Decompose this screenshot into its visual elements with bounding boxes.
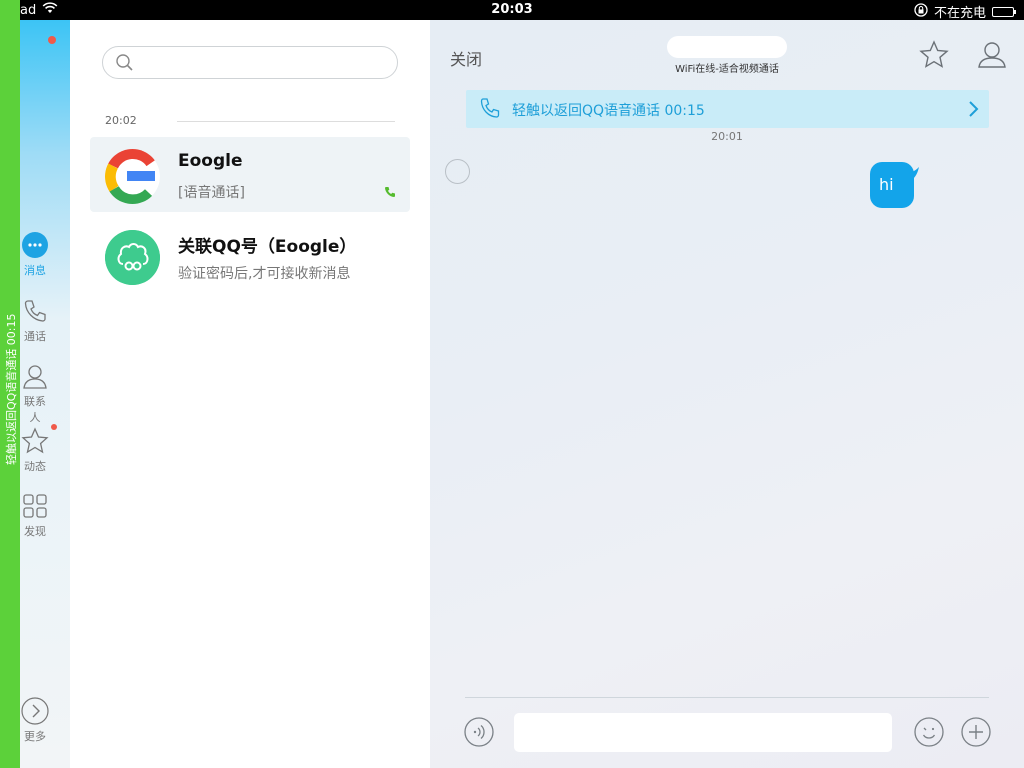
conversation-name: 关联QQ号（Eoogle） xyxy=(178,237,357,257)
nav-label-discover: 发现 xyxy=(24,525,46,538)
contact-profile-button[interactable] xyxy=(977,40,1007,70)
phone-icon xyxy=(20,296,50,326)
nav-item-feeds[interactable]: 动态 xyxy=(20,426,50,474)
nav-item-messages[interactable]: 消息 xyxy=(20,230,50,278)
battery-icon xyxy=(992,6,1016,17)
chat-subtitle: WiFi在线-适合视频通话 xyxy=(675,64,779,75)
list-separator-line xyxy=(177,121,395,122)
nav-label-more: 更多 xyxy=(24,730,46,743)
close-chat-button[interactable]: 关闭 xyxy=(450,46,482,70)
chevron-right-circle-icon xyxy=(20,696,50,726)
feeds-badge xyxy=(51,424,57,430)
nav-label-contacts: 联系人 xyxy=(24,395,46,424)
message-input[interactable] xyxy=(514,713,892,752)
conversation-name: Eoogle xyxy=(178,151,243,171)
message-text: hi xyxy=(879,175,894,194)
grid-icon xyxy=(20,491,50,521)
smiley-icon xyxy=(914,717,944,747)
plus-icon xyxy=(961,717,991,747)
nav-label-calls: 通话 xyxy=(24,330,46,343)
return-to-call-banner[interactable]: 轻触以返回QQ语音通话 00:15 xyxy=(466,90,989,128)
status-bar: ad 20:03 不在充电 xyxy=(0,0,1024,21)
voice-wave-icon xyxy=(464,717,494,747)
linked-qq-avatar xyxy=(105,230,160,285)
more-actions-button[interactable] xyxy=(961,717,991,747)
outgoing-message-bubble[interactable]: hi xyxy=(870,162,914,208)
chevron-right-icon xyxy=(967,100,979,122)
status-right: 不在充电 xyxy=(914,2,1016,21)
nav-item-calls[interactable]: 通话 xyxy=(20,296,50,344)
message-timestamp: 20:01 xyxy=(430,130,1024,143)
call-indicator-icon xyxy=(384,183,396,202)
message-bubble-icon xyxy=(20,230,50,260)
conversation-item-linked-qq[interactable]: 关联QQ号（Eoogle） 验证密码后,才可接收新消息 xyxy=(90,218,410,293)
nav-item-contacts[interactable]: 联系人 xyxy=(20,361,50,425)
person-icon xyxy=(978,42,1006,68)
conversation-item-eoogle[interactable]: Eoogle [语音通话] xyxy=(90,137,410,212)
contact-person-icon xyxy=(20,361,50,391)
conversation-preview: 验证密码后,才可接收新消息 xyxy=(178,266,351,282)
nav-label-feeds: 动态 xyxy=(24,460,46,473)
nav-item-discover[interactable]: 发现 xyxy=(20,491,50,539)
input-divider xyxy=(465,697,989,698)
favorite-star-button[interactable] xyxy=(919,40,949,70)
status-time: 20:03 xyxy=(491,2,533,17)
nav-rail: 消息 通话 联系人 动态 发现 更多 xyxy=(20,20,70,768)
emoji-button[interactable] xyxy=(914,717,944,747)
message-timestamp-text: 20:01 xyxy=(711,130,743,143)
return-to-call-label: 轻触以返回QQ语音通话 00:15 xyxy=(512,103,705,119)
voice-input-button[interactable] xyxy=(464,717,494,747)
star-icon xyxy=(20,426,50,456)
message-status-indicator xyxy=(445,159,470,184)
notification-dot xyxy=(48,36,56,44)
search-input[interactable] xyxy=(102,46,398,79)
contact-name-redacted xyxy=(667,36,787,58)
nav-label-messages: 消息 xyxy=(24,264,46,277)
conversation-list-panel: 20:02 Eoogle [语音通话] 关联QQ号（Eoogle） 验证密码后,… xyxy=(70,20,430,768)
search-icon xyxy=(115,53,135,77)
orientation-lock-icon xyxy=(914,2,928,21)
bubble-tail xyxy=(909,167,919,179)
return-to-call-strip[interactable]: 轻触以返回QQ语音通话 00:15 xyxy=(0,0,20,768)
chat-title: WiFi在线-适合视频通话 xyxy=(630,36,824,75)
chat-panel: 关闭 WiFi在线-适合视频通话 轻触以返回QQ语音通话 00:15 20:01… xyxy=(430,20,1024,768)
phone-icon xyxy=(480,98,500,124)
eoogle-avatar xyxy=(105,149,160,204)
star-outline-icon xyxy=(919,40,949,68)
return-to-call-text: 轻触以返回QQ语音通话 00:15 xyxy=(5,313,18,465)
list-separator-time: 20:02 xyxy=(105,114,137,127)
nav-item-more[interactable]: 更多 xyxy=(20,696,50,744)
charging-status: 不在充电 xyxy=(933,6,986,21)
conversation-preview: [语音通话] xyxy=(178,185,245,201)
